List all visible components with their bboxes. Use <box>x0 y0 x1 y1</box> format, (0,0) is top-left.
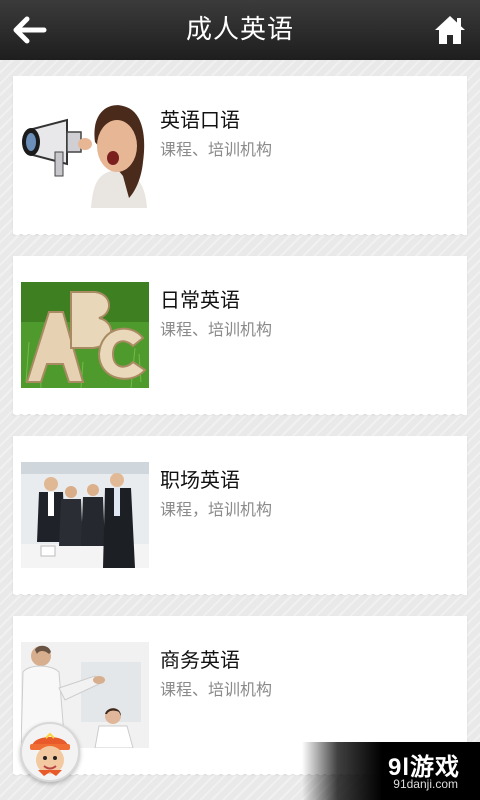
woman-megaphone-photo <box>21 102 149 208</box>
item-title: 日常英语 <box>160 288 240 312</box>
page-title: 成人英语 <box>185 15 294 45</box>
floating-mascot-button[interactable] <box>20 722 80 782</box>
item-title: 商务英语 <box>160 648 240 672</box>
item-title: 英语口语 <box>160 108 240 132</box>
list-item-workplace-english[interactable]: 职场英语 课程，培训机构 <box>13 436 467 600</box>
item-subtitle: 课程、培训机构 <box>160 140 273 159</box>
item-subtitle: 课程，培训机构 <box>160 500 273 519</box>
home-icon <box>435 16 465 44</box>
watermark: 9l游戏 91danji.com <box>302 742 480 800</box>
business-people-photo <box>21 462 149 568</box>
top-bar: 成人英语 <box>0 0 480 60</box>
item-subtitle: 课程、培训机构 <box>160 680 273 699</box>
watermark-domain: 91danji.com <box>393 777 458 791</box>
abc-letters-grass-photo <box>21 282 149 388</box>
list-item-spoken-english[interactable]: 英语口语 课程、培训机构 <box>13 76 467 240</box>
item-title: 职场英语 <box>160 468 240 492</box>
home-button[interactable] <box>428 10 472 50</box>
mascot-icon <box>30 732 70 776</box>
item-subtitle: 课程、培训机构 <box>160 320 273 339</box>
list-item-daily-english[interactable]: 日常英语 课程、培训机构 <box>13 256 467 420</box>
